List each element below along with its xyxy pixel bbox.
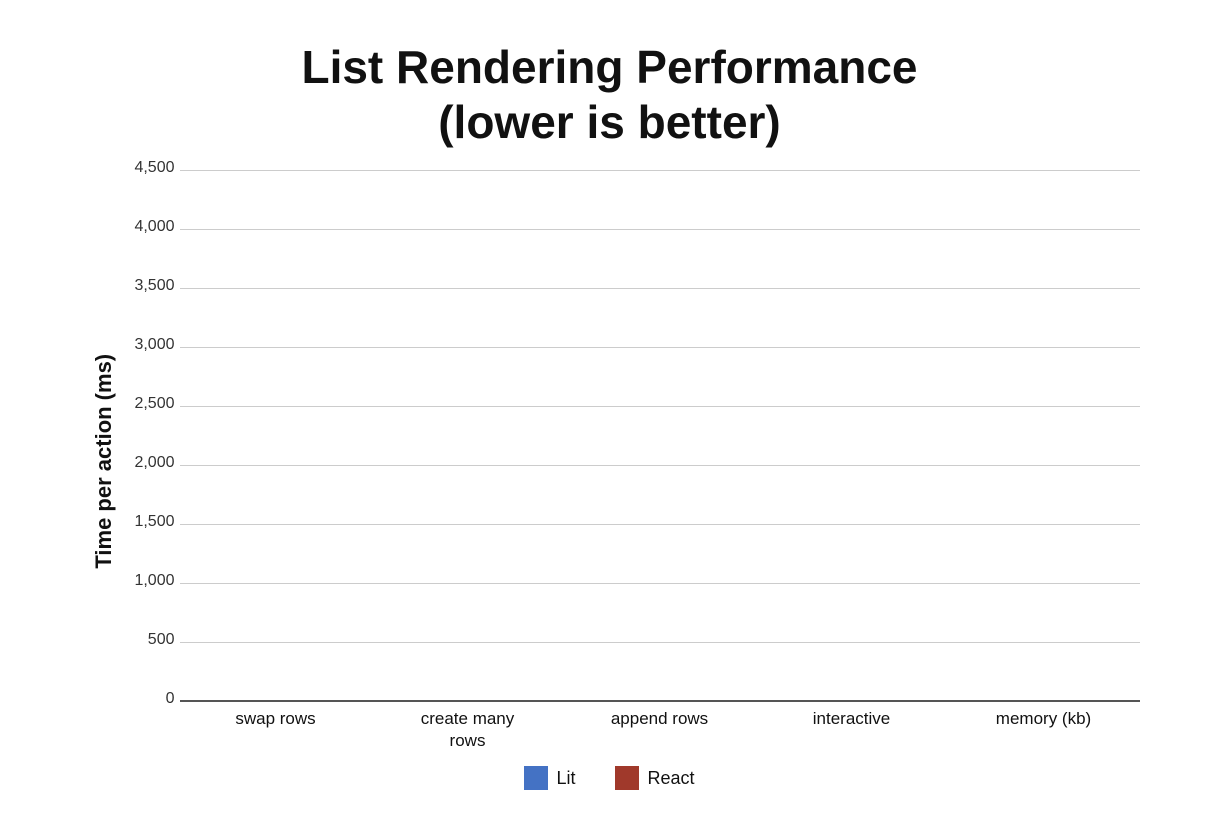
grid-label: 1,000 bbox=[115, 572, 175, 590]
grid-label: 0 bbox=[115, 690, 175, 708]
legend-lit-label: Lit bbox=[556, 768, 575, 789]
chart-area: Time per action (ms) 4,5004,0003,5003,00… bbox=[80, 170, 1140, 752]
x-axis-label: swap rows bbox=[180, 708, 372, 752]
legend: Lit React bbox=[524, 766, 694, 790]
grid-label: 4,000 bbox=[115, 218, 175, 236]
grid-label: 3,000 bbox=[115, 336, 175, 354]
legend-swatch-react bbox=[615, 766, 639, 790]
grid-label: 2,000 bbox=[115, 454, 175, 472]
legend-react-label: React bbox=[647, 768, 694, 789]
chart-inner: 4,5004,0003,5003,0002,5002,0001,5001,000… bbox=[120, 170, 1140, 752]
x-axis-label: create manyrows bbox=[372, 708, 564, 752]
plot-area: 4,5004,0003,5003,0002,5002,0001,5001,000… bbox=[120, 170, 1140, 701]
y-axis-label: Time per action (ms) bbox=[80, 170, 120, 752]
chart-container: List Rendering Performance (lower is bet… bbox=[60, 20, 1160, 800]
x-axis-label: interactive bbox=[756, 708, 948, 752]
bars-row bbox=[180, 170, 1140, 701]
grid-label: 500 bbox=[115, 631, 175, 649]
title-line2: (lower is better) bbox=[438, 96, 781, 148]
grid-label: 1,500 bbox=[115, 513, 175, 531]
grid-label: 3,500 bbox=[115, 277, 175, 295]
legend-item-lit: Lit bbox=[524, 766, 575, 790]
x-axis-label: memory (kb) bbox=[948, 708, 1140, 752]
legend-swatch-lit bbox=[524, 766, 548, 790]
grid-label: 4,500 bbox=[115, 159, 175, 177]
chart-title: List Rendering Performance (lower is bet… bbox=[301, 40, 917, 150]
baseline bbox=[180, 700, 1140, 702]
title-line1: List Rendering Performance bbox=[301, 41, 917, 93]
x-axis-label: append rows bbox=[564, 708, 756, 752]
legend-item-react: React bbox=[615, 766, 694, 790]
grid-label: 2,500 bbox=[115, 395, 175, 413]
x-axis-labels: swap rowscreate manyrowsappend rowsinter… bbox=[180, 708, 1140, 752]
